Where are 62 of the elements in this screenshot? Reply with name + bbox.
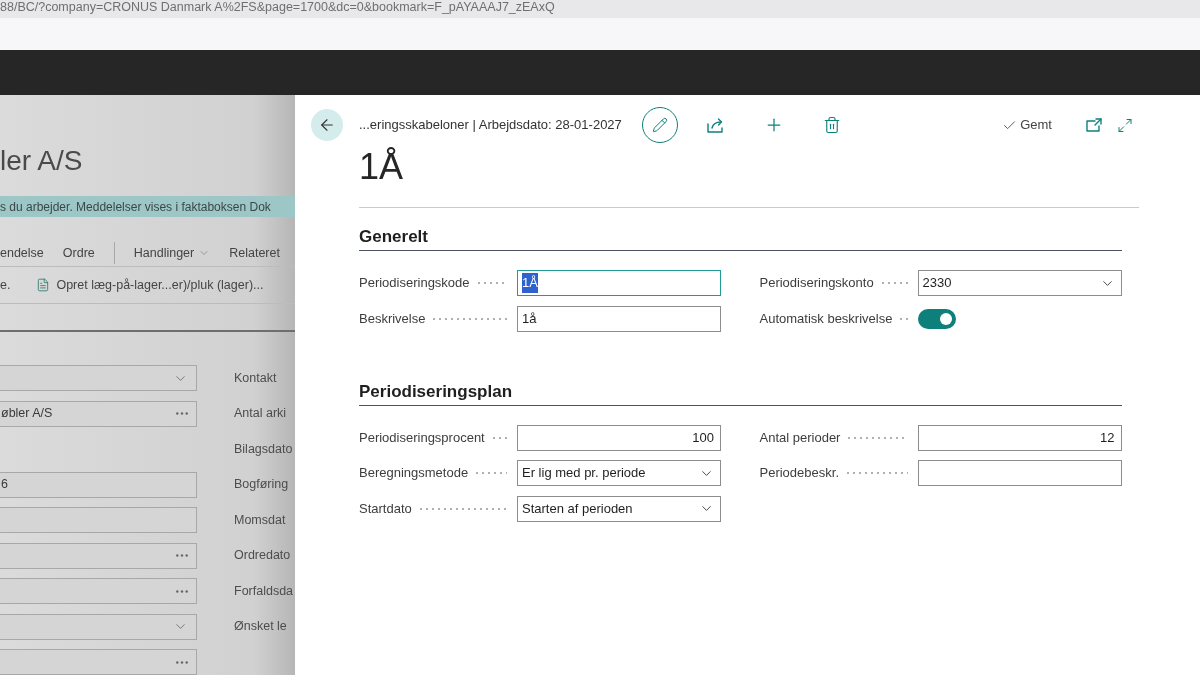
page-title: ler A/S bbox=[0, 145, 83, 177]
field-label: Ordredato bbox=[234, 547, 291, 565]
field-label: Antal perioder bbox=[759, 428, 841, 447]
input-field[interactable]: 1Å bbox=[517, 270, 721, 296]
dropdown-field[interactable]: 2330 bbox=[917, 270, 1122, 296]
section-heading: Periodiseringsplan bbox=[359, 380, 513, 403]
field-label: Periodiseringskode bbox=[359, 274, 470, 293]
field-label: Periodiseringsprocent bbox=[359, 428, 485, 447]
command-button[interactable]: e. bbox=[0, 275, 11, 295]
notification-banner: s du arbejder. Meddelelser vises i faktaboksen Dok bbox=[0, 196, 295, 218]
input-field[interactable]: 1å bbox=[517, 305, 721, 332]
ellipsis-icon bbox=[176, 412, 188, 415]
field-label: Periodiseringskonto bbox=[759, 274, 874, 293]
field-label: Startdato bbox=[359, 499, 412, 518]
field-label: Beskrivelse bbox=[359, 309, 426, 328]
toggle-switch[interactable] bbox=[917, 308, 956, 329]
action-menu-item[interactable]: Handlinger bbox=[133, 243, 211, 263]
field-label: Kontakt bbox=[234, 369, 277, 387]
document-icon bbox=[36, 278, 51, 293]
action-menu-item[interactable]: Relateret bbox=[229, 243, 280, 263]
field-label: Bogføring bbox=[234, 476, 289, 494]
share-button[interactable] bbox=[705, 115, 726, 135]
back-button[interactable] bbox=[311, 109, 343, 141]
breadcrumb: ...eringsskabeloner | Arbejdsdato: 28-01-2027 bbox=[359, 116, 622, 135]
field-label: Forfaldsda bbox=[234, 582, 294, 600]
field-label: Bilagsdato bbox=[234, 440, 293, 458]
share-icon bbox=[707, 117, 725, 133]
input-field[interactable] bbox=[917, 460, 1122, 486]
pop-out-icon bbox=[1086, 118, 1102, 132]
dropdown-field[interactable] bbox=[0, 613, 197, 640]
field-label: Antal arki bbox=[234, 405, 287, 423]
field-label: Beregningsmetode bbox=[359, 464, 469, 483]
saved-status: Gemt bbox=[1020, 116, 1052, 135]
dropdown-field[interactable]: Starten af perioden bbox=[517, 495, 721, 522]
dropdown-field[interactable] bbox=[0, 365, 197, 391]
lookup-field[interactable]: øbler A/S bbox=[0, 400, 197, 427]
url-text[interactable]: 88/BC/?company=CRONUS Danmark A%2FS&page=1700&dc=0&bookmark=F_pAYAAAJ7_zEAxQ bbox=[0, 0, 555, 15]
input-field[interactable]: 6 bbox=[0, 471, 197, 498]
field-label: Ønsket le bbox=[234, 618, 287, 636]
input-field[interactable] bbox=[0, 507, 197, 533]
action-menu-item[interactable]: endelse bbox=[0, 243, 44, 263]
section-heading: Generelt bbox=[359, 226, 428, 248]
command-button[interactable]: Opret læg-på-lager...er)/pluk (lager)... bbox=[36, 275, 264, 295]
action-menu-item[interactable]: Ordre bbox=[62, 243, 95, 263]
pop-out-button[interactable] bbox=[1086, 117, 1102, 133]
ellipsis-icon bbox=[176, 554, 188, 557]
input-field[interactable]: 100 bbox=[517, 424, 721, 451]
field-label: Momsdat bbox=[234, 511, 286, 529]
ellipsis-icon bbox=[176, 660, 188, 664]
pencil-icon bbox=[651, 117, 668, 133]
expand-button[interactable] bbox=[1117, 117, 1133, 133]
record-title: 1Å bbox=[359, 147, 404, 187]
field-label: Periodebeskr. bbox=[759, 464, 839, 483]
lookup-field[interactable] bbox=[0, 649, 197, 675]
lookup-field[interactable] bbox=[0, 578, 197, 604]
field-label: Automatisk beskrivelse bbox=[759, 309, 893, 328]
trash-icon bbox=[822, 116, 841, 134]
ellipsis-icon bbox=[176, 589, 188, 593]
dropdown-field[interactable]: Er lig med pr. periode bbox=[517, 460, 721, 486]
lookup-field[interactable] bbox=[0, 542, 197, 569]
expand-icon bbox=[1117, 116, 1133, 134]
input-field[interactable]: 12 bbox=[917, 424, 1122, 451]
